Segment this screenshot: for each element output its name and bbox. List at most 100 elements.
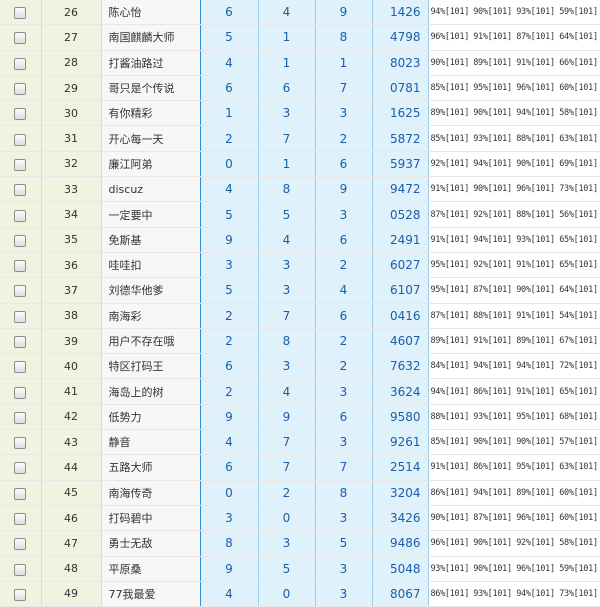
row-checkbox[interactable]	[14, 538, 27, 551]
row-checkbox[interactable]	[14, 158, 27, 171]
row-index: 49	[41, 581, 102, 607]
user-name: 海岛上的树	[101, 378, 201, 405]
row-checkbox[interactable]	[14, 57, 27, 70]
row-checkbox[interactable]	[14, 588, 27, 601]
row-checkbox[interactable]	[14, 32, 27, 45]
row-checkbox[interactable]	[14, 310, 27, 323]
pick-digit-1: 1	[200, 100, 259, 127]
row-select-cell	[0, 24, 42, 51]
user-name: 廉江阿弟	[101, 151, 201, 178]
pick-digit-3: 2	[315, 125, 373, 152]
row-index: 30	[41, 100, 102, 127]
row-select-cell	[0, 328, 42, 355]
row-checkbox[interactable]	[14, 7, 27, 20]
rate-3: 91%[101]	[514, 378, 557, 405]
rate-2: 94%[101]	[471, 227, 514, 253]
row-select-cell	[0, 176, 42, 203]
row-index: 36	[41, 252, 102, 279]
pick-digit-1: 2	[200, 328, 259, 355]
row-index: 32	[41, 151, 102, 178]
pick-digit-1: 4	[200, 429, 259, 456]
rate-3: 94%[101]	[514, 581, 557, 607]
pick-digit-3: 1	[315, 50, 373, 76]
user-name: 静音	[101, 429, 201, 456]
rate-3: 91%[101]	[514, 252, 557, 279]
row-checkbox[interactable]	[14, 133, 27, 146]
rate-2: 86%[101]	[471, 378, 514, 405]
user-name: 哇哇扣	[101, 252, 201, 279]
row-checkbox[interactable]	[14, 83, 27, 96]
row-checkbox[interactable]	[14, 184, 27, 197]
row-checkbox[interactable]	[14, 234, 27, 247]
rate-2: 94%[101]	[471, 151, 514, 178]
pick-digit-1: 9	[200, 227, 259, 253]
pick-digit-3: 6	[315, 227, 373, 253]
rate-3: 91%[101]	[514, 303, 557, 329]
pick-digit-1: 3	[200, 505, 259, 532]
pick-digit-3: 3	[315, 201, 373, 228]
row-select-cell	[0, 505, 42, 532]
table-body: 26 陈心怡 6 4 9 1426 94%[101] 90%[101] 93%[101] 59%[…	[0, 0, 600, 607]
table-row: 43 静音 4 7 3 9261 85%[101] 90%[101] 90%[101] 57%[1…	[0, 429, 600, 456]
pick-code: 5048	[372, 556, 429, 582]
row-checkbox[interactable]	[14, 336, 27, 348]
rate-3: 90%[101]	[514, 151, 557, 178]
row-checkbox[interactable]	[14, 462, 27, 475]
row-select-cell	[0, 429, 42, 456]
rate-1: 90%[101]	[428, 505, 471, 532]
table-row: 28 打酱油路过 4 1 1 8023 90%[101] 89%[101] 91%[101] 66…	[0, 50, 600, 76]
rate-2: 88%[101]	[471, 303, 514, 329]
rate-3: 88%[101]	[514, 125, 557, 152]
row-select-cell	[0, 378, 42, 405]
pick-digit-1: 5	[200, 24, 259, 51]
table-row: 37 刘德华他爹 5 3 4 6107 95%[101] 87%[101] 90%[101] 64…	[0, 277, 600, 304]
rate-4: 58%[101]	[557, 100, 600, 127]
pick-digit-1: 6	[200, 75, 259, 102]
user-name: 五路大师	[101, 454, 201, 481]
pick-digit-3: 9	[315, 0, 373, 26]
user-name: 平原桑	[101, 556, 201, 582]
table-row: 42 低势力 9 9 6 9580 88%[101] 93%[101] 95%[101] 68%[…	[0, 404, 600, 431]
rate-2: 92%[101]	[471, 252, 514, 279]
prediction-table: 26 陈心怡 6 4 9 1426 94%[101] 90%[101] 93%[101] 59%[…	[0, 0, 600, 607]
row-checkbox[interactable]	[14, 260, 27, 273]
rate-2: 89%[101]	[471, 50, 514, 76]
pick-code: 8067	[372, 581, 429, 607]
pick-digit-2: 7	[258, 454, 316, 481]
row-checkbox[interactable]	[14, 285, 27, 298]
pick-digit-2: 1	[258, 24, 316, 51]
rate-4: 72%[101]	[557, 353, 600, 380]
user-name: 打码碧中	[101, 505, 201, 532]
pick-code: 1625	[372, 100, 429, 127]
pick-code: 7632	[372, 353, 429, 380]
row-index: 27	[41, 24, 102, 51]
row-checkbox[interactable]	[14, 513, 27, 526]
pick-digit-2: 1	[258, 151, 316, 178]
rate-2: 87%[101]	[471, 505, 514, 532]
pick-digit-1: 9	[200, 556, 259, 582]
row-select-cell	[0, 277, 42, 304]
rate-1: 84%[101]	[428, 353, 471, 380]
pick-digit-3: 6	[315, 303, 373, 329]
table-row: 39 用户不存在哦 2 8 2 4607 89%[101] 91%[101] 89%[101] 6…	[0, 328, 600, 355]
rate-4: 64%[101]	[557, 24, 600, 51]
rate-1: 96%[101]	[428, 24, 471, 51]
row-checkbox[interactable]	[14, 209, 27, 222]
rate-3: 89%[101]	[514, 480, 557, 506]
row-checkbox[interactable]	[14, 411, 27, 424]
rate-2: 95%[101]	[471, 75, 514, 102]
row-checkbox[interactable]	[14, 386, 27, 399]
row-checkbox[interactable]	[14, 487, 27, 500]
rate-2: 93%[101]	[471, 125, 514, 152]
rate-2: 93%[101]	[471, 581, 514, 607]
pick-digit-2: 1	[258, 50, 316, 76]
rate-2: 90%[101]	[471, 429, 514, 456]
rate-4: 60%[101]	[557, 480, 600, 506]
row-checkbox[interactable]	[14, 563, 27, 576]
row-checkbox[interactable]	[14, 108, 27, 121]
row-checkbox[interactable]	[14, 361, 27, 374]
row-checkbox[interactable]	[14, 437, 27, 450]
rate-1: 91%[101]	[428, 176, 471, 203]
user-name: 陈心怡	[101, 0, 201, 26]
row-select-cell	[0, 125, 42, 152]
